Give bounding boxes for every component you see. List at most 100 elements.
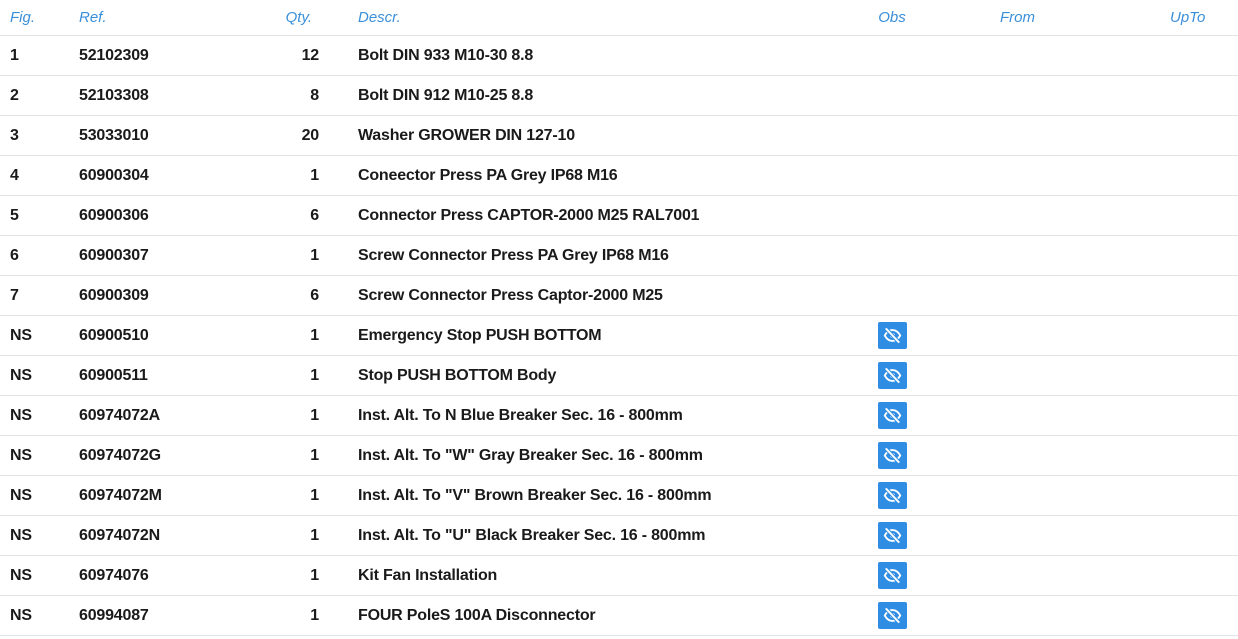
ref-cell: 60974072G [79,446,161,464]
upto-cell [1170,116,1230,155]
fig-cell: 4 [10,166,19,184]
hide-observation-button[interactable] [877,522,907,549]
obs-cell [872,436,912,475]
obs-cell [872,356,912,395]
upto-cell [1170,156,1230,195]
obs-cell [872,556,912,595]
hide-observation-button[interactable] [877,482,907,509]
upto-cell [1170,76,1230,115]
qty-cell: 1 [310,326,319,344]
column-header-upto: UpTo [1170,9,1206,26]
descr-cell: Inst. Alt. To "V" Brown Breaker Sec. 16 … [358,486,712,504]
upto-cell [1170,516,1230,555]
obs-cell [872,236,912,275]
descr-cell: Inst. Alt. To "W" Gray Breaker Sec. 16 -… [358,446,703,464]
obs-cell [872,476,912,515]
fig-cell: 2 [10,86,19,104]
descr-cell: Screw Connector Press PA Grey IP68 M16 [358,246,669,264]
ref-cell: 52103308 [79,86,149,104]
qty-cell: 20 [301,126,320,144]
eye-slash-icon [883,447,902,464]
from-cell [1000,596,1080,635]
qty-cell: 6 [310,286,319,304]
table-row: 1 52102309 12 Bolt DIN 933 M10-30 8.8 [0,36,1238,76]
obs-cell [872,36,912,75]
hide-observation-button[interactable] [877,402,907,429]
table-row: 4 60900304 1 Coneector Press PA Grey IP68 M… [0,156,1238,196]
table-row: NS 60974072M 1 Inst. Alt. To "V" Brown Brea… [0,476,1238,516]
upto-cell [1170,36,1230,75]
descr-cell: Stop PUSH BOTTOM Body [358,366,557,384]
ref-cell: 60974072N [79,526,160,544]
fig-cell: 6 [10,246,19,264]
parts-table: Fig. Ref. Qty. Descr. Obs From UpTo 1 521… [0,0,1238,639]
descr-cell: Coneector Press PA Grey IP68 M16 [358,166,618,184]
descr-cell: Screw Connector Press Captor-2000 M25 [358,286,663,304]
eye-slash-icon [883,407,902,424]
upto-cell [1170,556,1230,595]
obs-cell [872,516,912,555]
column-header-fig: Fig. [10,9,36,26]
table-row: NS 60974072G 1 Inst. Alt. To "W" Gray Break… [0,436,1238,476]
ref-cell: 60900307 [79,246,149,264]
ref-cell: 60900309 [79,286,149,304]
table-row: NS 60994087 1 FOUR PoleS 100A Disconnector [0,596,1238,636]
obs-cell [872,396,912,435]
fig-cell: NS [10,406,32,424]
from-cell [1000,516,1080,555]
column-header-from: From [1000,9,1035,26]
obs-cell [872,276,912,315]
from-cell [1000,236,1080,275]
qty-cell: 1 [310,406,319,424]
qty-cell: 8 [310,86,319,104]
table-row: NS 60900511 1 Stop PUSH BOTTOM Body [0,356,1238,396]
from-cell [1000,316,1080,355]
fig-cell: 7 [10,286,19,304]
qty-cell: 6 [310,206,319,224]
column-header-qty: Qty. [285,9,312,26]
eye-slash-icon [883,327,902,344]
descr-cell: FOUR PoleS 100A Disconnector [358,606,596,624]
hide-observation-button[interactable] [877,442,907,469]
hide-observation-button[interactable] [877,362,907,389]
upto-cell [1170,196,1230,235]
obs-cell [872,196,912,235]
obs-cell [872,156,912,195]
column-header-ref: Ref. [79,9,107,26]
hide-observation-button[interactable] [877,562,907,589]
qty-cell: 12 [301,46,320,64]
hide-observation-button[interactable] [877,322,907,349]
ref-cell: 60974076 [79,566,149,584]
fig-cell: NS [10,486,32,504]
upto-cell [1170,236,1230,275]
qty-cell: 1 [310,566,319,584]
table-row: NS 60900510 1 Emergency Stop PUSH BOTTOM [0,316,1238,356]
table-row: 3 53033010 20 Washer GROWER DIN 127-10 [0,116,1238,156]
from-cell [1000,276,1080,315]
eye-slash-icon [883,607,902,624]
qty-cell: 1 [310,366,319,384]
upto-cell [1170,396,1230,435]
fig-cell: 5 [10,206,19,224]
qty-cell: 1 [310,606,319,624]
ref-cell: 60900511 [79,366,148,384]
fig-cell: NS [10,446,32,464]
descr-cell: Kit Fan Installation [358,566,498,584]
table-row: 6 60900307 1 Screw Connector Press PA Grey … [0,236,1238,276]
qty-cell: 1 [310,526,319,544]
ref-cell: 60900306 [79,206,149,224]
from-cell [1000,356,1080,395]
obs-cell [872,316,912,355]
obs-cell [872,76,912,115]
eye-slash-icon [883,367,902,384]
from-cell [1000,36,1080,75]
ref-cell: 60900510 [79,326,149,344]
from-cell [1000,396,1080,435]
table-row: NS 60974076 1 Kit Fan Installation [0,556,1238,596]
from-cell [1000,556,1080,595]
from-cell [1000,116,1080,155]
ref-cell: 60974072A [79,406,160,424]
upto-cell [1170,316,1230,355]
fig-cell: NS [10,526,32,544]
hide-observation-button[interactable] [877,602,907,629]
